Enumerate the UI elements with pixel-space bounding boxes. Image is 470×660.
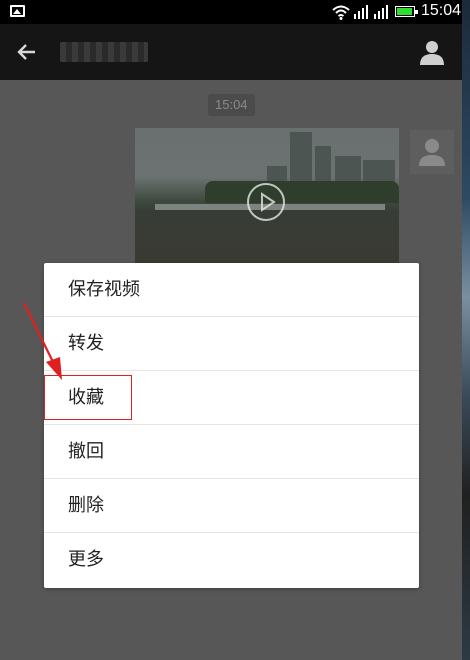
status-time: 15:04: [421, 2, 462, 19]
menu-item-save-video[interactable]: 保存视频: [44, 263, 419, 317]
video-message[interactable]: [135, 128, 399, 268]
annotation-arrow-icon: [23, 302, 62, 380]
menu-item-forward[interactable]: 转发: [44, 317, 419, 371]
wifi-icon: [332, 5, 350, 20]
menu-item-more[interactable]: 更多: [44, 533, 419, 587]
menu-item-delete[interactable]: 删除: [44, 479, 419, 533]
signal-icon-2: [374, 5, 388, 19]
menu-item-recall[interactable]: 撤回: [44, 425, 419, 479]
profile-icon[interactable]: [418, 38, 446, 66]
message-timestamp: 15:04: [208, 94, 255, 116]
nav-bar: [0, 24, 462, 80]
play-icon[interactable]: [246, 182, 286, 222]
user-avatar[interactable]: [410, 130, 454, 174]
battery-icon: [395, 6, 418, 17]
back-arrow-icon[interactable]: [15, 40, 39, 64]
context-menu: 保存视频 转发 收藏 撤回 删除 更多: [44, 263, 419, 588]
image-notification-icon: [10, 5, 25, 17]
background-window-edge: [462, 0, 470, 660]
signal-icon: [354, 5, 368, 19]
contact-name-blurred: [60, 42, 148, 62]
status-bar: 15:04: [0, 0, 462, 24]
trees: [205, 181, 399, 203]
avatar-icon: [419, 139, 445, 166]
